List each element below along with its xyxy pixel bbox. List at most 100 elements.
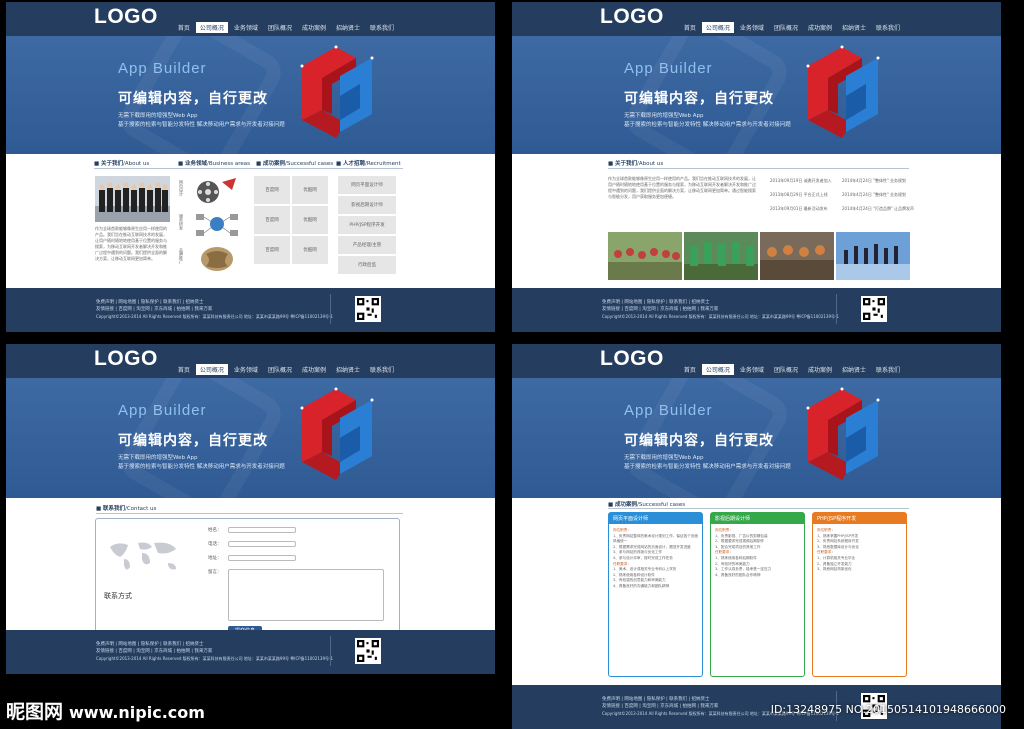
case-column: 影视后期设计师 岗位职责： 1、负责影视、广告片的剪辑包装 2、根据要求完成视频… xyxy=(710,512,805,677)
nav-item-active[interactable]: 公司概况 xyxy=(701,364,734,375)
banner: App Builder 可编辑内容，自行更改 无需下载即用的增强型Web App… xyxy=(512,378,1001,498)
section-contact-heading: ■ 联系我们/Contact us xyxy=(96,506,157,512)
header: LOGO 首页 公司概况 业务领域 团队概况 成功案例 招纳贤士 联系我们 xyxy=(512,2,1001,36)
nav-item[interactable]: 首页 xyxy=(174,22,194,33)
nav-item[interactable]: 联系我们 xyxy=(872,22,904,33)
logo[interactable]: LOGO xyxy=(94,347,158,371)
footer: 免费声明 | 网站地图 | 隐私保护 | 联系我们 | 招纳贤士 友情链接 | 百… xyxy=(512,288,1001,332)
case-cell[interactable]: 百度网 xyxy=(254,206,290,234)
header: LOGO 首页 公司概况 业务领域 团队概况 成功案例 招纳贤士 联系我们 xyxy=(512,344,1001,378)
nav-item-active[interactable]: 公司概况 xyxy=(195,22,228,33)
news-item[interactable]: 2013年08月29日 平台正式上线 xyxy=(770,192,828,198)
nav-item[interactable]: 业务领域 xyxy=(230,22,262,33)
case-item: 3、熟悉网站构架优化 xyxy=(817,567,852,572)
main-nav: 首页 公司概况 业务领域 团队概况 成功案例 招纳贤士 联系我们 xyxy=(678,364,904,375)
case-column-title[interactable]: 网页平面设计师 xyxy=(609,513,702,524)
nav-item[interactable]: 成功案例 xyxy=(298,364,330,375)
case-cell[interactable]: 优酷网 xyxy=(292,236,328,264)
network-icon xyxy=(196,214,238,236)
nav-item[interactable]: 联系我们 xyxy=(366,22,398,33)
case-column: 网页平面设计师 岗位职责： 1、负责网站整体的美术设计规划工作，保证各个页面风格… xyxy=(608,512,703,677)
banner-title: App Builder xyxy=(624,402,713,419)
nav-item[interactable]: 团队概况 xyxy=(770,22,802,33)
header: LOGO 首页 公司概况 业务领域 团队概况 成功案例 招纳贤士 联系我们 xyxy=(6,344,495,378)
phone-input[interactable] xyxy=(228,541,296,547)
panel-about: LOGO 首页 公司概况 业务领域 团队概况 成功案例 招纳贤士 联系我们 Ap… xyxy=(512,2,1001,332)
nav-item[interactable]: 首页 xyxy=(680,22,700,33)
case-cell[interactable]: 百度网 xyxy=(254,236,290,264)
banner-subtitle: 无需下载即用的增强型Web App 基于搜索的检索与智能分发特性 解决移动用户需求… xyxy=(624,455,791,470)
news-item[interactable]: 2014年4月24日 "整体性" 业务规划 xyxy=(842,192,906,198)
banner: App Builder 可编辑内容，自行更改 无需下载即用的增强型Web App… xyxy=(512,36,1001,154)
section-business-heading: ■ 业务领域/Business areas xyxy=(178,161,250,167)
section-about-heading: ■ 关于我们/About us xyxy=(94,161,150,167)
nav-item[interactable]: 招纳贤士 xyxy=(332,364,364,375)
news-item[interactable]: 2013年09月01日 最新活动发布 xyxy=(770,206,828,212)
panel-contact: LOGO 首页 公司概况 业务领域 团队概况 成功案例 招纳贤士 联系我们 Ap… xyxy=(6,344,495,674)
nav-item[interactable]: 团队概况 xyxy=(264,22,296,33)
nav-item[interactable]: 团队概况 xyxy=(770,364,802,375)
divider xyxy=(96,513,403,514)
nav-item[interactable]: 团队概况 xyxy=(264,364,296,375)
logo[interactable]: LOGO xyxy=(600,5,664,29)
nav-item[interactable]: 业务领域 xyxy=(230,364,262,375)
footer-links[interactable]: 免费声明 | 网站地图 | 隐私保护 | 联系我们 | 招纳贤士 友情链接 | 百… xyxy=(96,641,212,655)
footer-links[interactable]: 免费声明 | 网站地图 | 隐私保护 | 联系我们 | 招纳贤士 友情链接 | 百… xyxy=(602,299,718,313)
recruit-item[interactable]: 行政后监 xyxy=(338,256,396,274)
case-cell[interactable]: 百度网 xyxy=(254,176,290,204)
contact-content: ■ 联系我们/Contact us 联系方式 姓名： 电话： 地址： 留言： 提… xyxy=(6,498,495,638)
case-cell[interactable]: 优酷网 xyxy=(292,206,328,234)
footer-separator xyxy=(836,294,837,324)
nav-item[interactable]: 招纳贤士 xyxy=(838,364,870,375)
group-photo xyxy=(684,232,758,280)
nav-item[interactable]: 联系我们 xyxy=(872,364,904,375)
address-input[interactable] xyxy=(228,555,296,561)
banner: App Builder 可编辑内容，自行更改 无需下载即用的增强型Web App… xyxy=(6,36,495,154)
footer-copyright: Copyright©2013-2014 All Rights Reserved … xyxy=(602,314,839,319)
footer-links[interactable]: 免费声明 | 网站地图 | 隐私保护 | 联系我们 | 招纳贤士 友情链接 | 百… xyxy=(96,299,212,313)
section-recruit-heading: ■ 人才招聘/Recruitment xyxy=(336,161,401,167)
team-photo xyxy=(95,176,170,222)
nav-item[interactable]: 成功案例 xyxy=(804,22,836,33)
nav-item[interactable]: 业务领域 xyxy=(736,22,768,33)
recruit-item[interactable]: 产品经理/主管 xyxy=(338,236,396,254)
nav-item[interactable]: 成功案例 xyxy=(298,22,330,33)
news-item[interactable]: 2014年4月24日 "整体性" 业务规划 xyxy=(842,178,906,184)
business-label: 品牌推广 xyxy=(179,248,184,264)
nav-item[interactable]: 首页 xyxy=(174,364,194,375)
cube-logo-icon xyxy=(300,45,374,138)
logo[interactable]: LOGO xyxy=(94,5,158,29)
watermark-brand: 昵图网 www.nipic.com xyxy=(6,701,205,723)
cases-content: ■ 成功案例/Successful cases 网页平面设计师 岗位职责： 1、… xyxy=(512,498,1001,693)
nav-item[interactable]: 招纳贤士 xyxy=(838,22,870,33)
panel-home: LOGO 首页 公司概况 业务领域 团队概况 成功案例 招纳贤士 联系我们 Ap… xyxy=(6,2,495,332)
case-column-title[interactable]: 影视后期设计师 xyxy=(711,513,804,524)
nav-item[interactable]: 首页 xyxy=(680,364,700,375)
cube-logo-icon xyxy=(806,387,880,480)
nav-item-active[interactable]: 公司概况 xyxy=(195,364,228,375)
nav-item[interactable]: 联系我们 xyxy=(366,364,398,375)
news-item[interactable]: 2014年4月24日 "打造品牌" 让品牌发声 xyxy=(842,206,914,212)
footer-links[interactable]: 免费声明 | 网站地图 | 隐私保护 | 联系我们 | 招纳贤士 友情链接 | 百… xyxy=(602,696,718,710)
case-cell[interactable]: 优酷网 xyxy=(292,176,328,204)
name-input[interactable] xyxy=(228,527,296,533)
nav-item[interactable]: 成功案例 xyxy=(804,364,836,375)
nav-item[interactable]: 业务领域 xyxy=(736,364,768,375)
map-globe-icon xyxy=(201,247,233,271)
about-text: 作为全球首款能够像原生应用一样使用的产品。我们旨在推动互联网技术的发展，让用户随… xyxy=(95,226,167,261)
recruit-item[interactable]: 网页平面设计师 xyxy=(338,176,396,194)
logo[interactable]: LOGO xyxy=(600,347,664,371)
message-textarea[interactable] xyxy=(228,569,384,621)
news-item[interactable]: 2013年09月19日 诚邀开发者加入 xyxy=(770,178,832,184)
world-map-icon xyxy=(110,542,176,570)
recruit-item[interactable]: 影视后期设计师 xyxy=(338,196,396,214)
nav-item-active[interactable]: 公司概况 xyxy=(701,22,734,33)
section-cases-heading: ■ 成功案例/Successful cases xyxy=(256,161,334,167)
nav-item[interactable]: 招纳贤士 xyxy=(332,22,364,33)
section-about-heading: ■ 关于我们/About us xyxy=(608,161,664,167)
case-column-title[interactable]: PHP/JSP程序开发 xyxy=(813,513,906,524)
cube-logo-icon xyxy=(300,387,374,480)
form-label: 留言： xyxy=(208,570,222,575)
qr-code-icon xyxy=(355,296,381,322)
recruit-item[interactable]: PHP/JSP程序开发 xyxy=(338,216,396,234)
